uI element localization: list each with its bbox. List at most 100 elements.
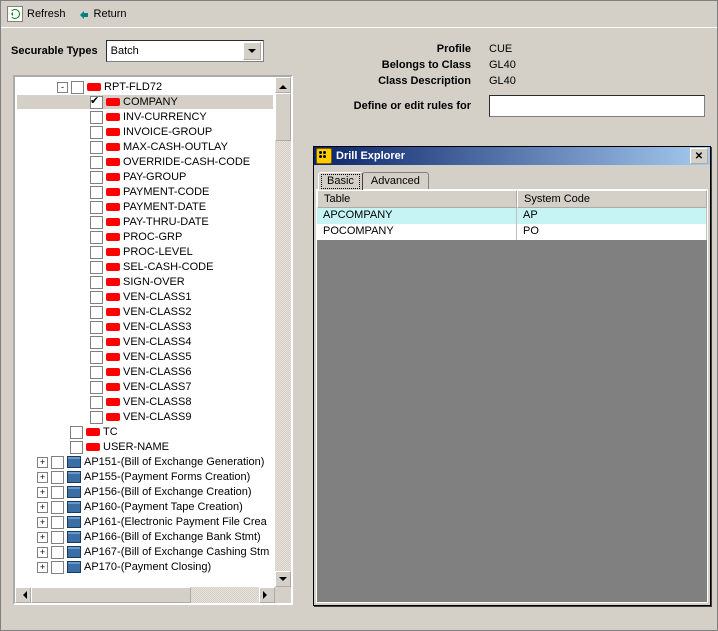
tree-node[interactable]: +AP151-(Bill of Exchange Generation) bbox=[17, 455, 273, 469]
drill-titlebar[interactable]: Drill Explorer ✕ bbox=[314, 147, 710, 165]
tree-checkbox[interactable] bbox=[90, 276, 103, 289]
tree-node[interactable]: COMPANY bbox=[17, 95, 273, 109]
tree-node[interactable]: USER-NAME bbox=[17, 440, 273, 454]
tree-node[interactable]: VEN-CLASS5 bbox=[17, 350, 273, 364]
combo-arrow-button[interactable] bbox=[243, 42, 261, 60]
tree-node[interactable]: INVOICE-GROUP bbox=[17, 125, 273, 139]
tree-checkbox[interactable] bbox=[51, 516, 64, 529]
tree-node[interactable]: VEN-CLASS6 bbox=[17, 365, 273, 379]
tree-node[interactable]: INV-CURRENCY bbox=[17, 110, 273, 124]
scroll-down-button[interactable] bbox=[275, 571, 291, 587]
expand-toggle[interactable]: + bbox=[37, 517, 48, 528]
tree-checkbox[interactable] bbox=[70, 441, 83, 454]
tree-node[interactable]: PAY-THRU-DATE bbox=[17, 215, 273, 229]
tree-node[interactable]: PROC-GRP bbox=[17, 230, 273, 244]
tree-checkbox[interactable] bbox=[51, 501, 64, 514]
tree-node[interactable]: PROC-LEVEL bbox=[17, 245, 273, 259]
tree-node[interactable]: +AP166-(Bill of Exchange Bank Stmt) bbox=[17, 530, 273, 544]
tree-node[interactable]: +AP155-(Payment Forms Creation) bbox=[17, 470, 273, 484]
tree-checkbox[interactable] bbox=[90, 366, 103, 379]
tree-checkbox[interactable] bbox=[90, 126, 103, 139]
expand-toggle[interactable]: + bbox=[37, 547, 48, 558]
tree-scroll-viewport[interactable]: -RPT-FLD72COMPANYINV-CURRENCYINVOICE-GRO… bbox=[15, 77, 275, 587]
tree-node[interactable]: PAYMENT-DATE bbox=[17, 200, 273, 214]
tree-node[interactable]: VEN-CLASS8 bbox=[17, 395, 273, 409]
tree-vertical-scrollbar[interactable] bbox=[274, 77, 291, 587]
tree-checkbox[interactable] bbox=[70, 426, 83, 439]
scroll-track-vertical[interactable] bbox=[275, 93, 291, 571]
return-button[interactable]: Return bbox=[76, 7, 127, 21]
tree-checkbox[interactable] bbox=[90, 156, 103, 169]
tree-checkbox[interactable] bbox=[51, 471, 64, 484]
close-button[interactable]: ✕ bbox=[690, 148, 708, 164]
tree-node[interactable]: +AP170-(Payment Closing) bbox=[17, 560, 273, 574]
tree-checkbox[interactable] bbox=[90, 411, 103, 424]
tree-node[interactable]: VEN-CLASS9 bbox=[17, 410, 273, 424]
scroll-thumb-horizontal[interactable] bbox=[31, 587, 191, 603]
tree-checkbox[interactable] bbox=[90, 111, 103, 124]
tree-checkbox[interactable] bbox=[90, 186, 103, 199]
tree-checkbox[interactable] bbox=[51, 561, 64, 574]
tree-checkbox[interactable] bbox=[90, 261, 103, 274]
tree-checkbox[interactable] bbox=[90, 306, 103, 319]
scroll-track-horizontal[interactable] bbox=[31, 587, 259, 603]
tree-checkbox[interactable] bbox=[90, 141, 103, 154]
tree-checkbox[interactable] bbox=[90, 291, 103, 304]
tree-node[interactable]: MAX-CASH-OUTLAY bbox=[17, 140, 273, 154]
expand-toggle[interactable]: + bbox=[37, 487, 48, 498]
scroll-up-button[interactable] bbox=[275, 77, 291, 93]
tree-node[interactable]: PAYMENT-CODE bbox=[17, 185, 273, 199]
tree-checkbox[interactable] bbox=[90, 171, 103, 184]
tree-node[interactable]: SEL-CASH-CODE bbox=[17, 260, 273, 274]
expand-toggle[interactable]: + bbox=[37, 562, 48, 573]
tree-checkbox[interactable] bbox=[51, 456, 64, 469]
tree-node[interactable]: VEN-CLASS4 bbox=[17, 335, 273, 349]
tree-checkbox[interactable] bbox=[90, 396, 103, 409]
table-row[interactable]: APCOMPANYAP bbox=[317, 208, 707, 224]
tree-checkbox[interactable] bbox=[90, 96, 103, 109]
tree-checkbox[interactable] bbox=[71, 81, 84, 94]
tree-node[interactable]: SIGN-OVER bbox=[17, 275, 273, 289]
tree-checkbox[interactable] bbox=[90, 216, 103, 229]
tab-advanced[interactable]: Advanced bbox=[362, 172, 429, 189]
tree-node[interactable]: VEN-CLASS3 bbox=[17, 320, 273, 334]
tree-node[interactable]: VEN-CLASS2 bbox=[17, 305, 273, 319]
tree-node[interactable]: VEN-CLASS1 bbox=[17, 290, 273, 304]
tree-node[interactable]: OVERRIDE-CASH-CODE bbox=[17, 155, 273, 169]
expand-toggle[interactable]: + bbox=[37, 532, 48, 543]
define-rules-input[interactable] bbox=[489, 95, 705, 117]
tab-basic[interactable]: Basic bbox=[318, 172, 363, 190]
scroll-thumb-vertical[interactable] bbox=[275, 93, 291, 141]
expand-toggle[interactable]: + bbox=[37, 457, 48, 468]
tree-node[interactable]: +AP167-(Bill of Exchange Cashing Stm bbox=[17, 545, 273, 559]
expand-toggle[interactable]: + bbox=[37, 472, 48, 483]
scroll-right-button[interactable] bbox=[259, 587, 275, 603]
tree-node[interactable]: VEN-CLASS7 bbox=[17, 380, 273, 394]
tree-checkbox[interactable] bbox=[51, 531, 64, 544]
tree-node[interactable]: TC bbox=[17, 425, 273, 439]
table-row[interactable]: POCOMPANYPO bbox=[317, 224, 707, 240]
expand-toggle[interactable]: - bbox=[57, 82, 68, 93]
tree-checkbox[interactable] bbox=[90, 351, 103, 364]
col-system-code-header[interactable]: System Code bbox=[517, 190, 707, 208]
tree-node[interactable]: PAY-GROUP bbox=[17, 170, 273, 184]
tree-checkbox[interactable] bbox=[90, 321, 103, 334]
col-table-header[interactable]: Table bbox=[317, 190, 517, 208]
tree-checkbox[interactable] bbox=[90, 246, 103, 259]
tree-checkbox[interactable] bbox=[90, 381, 103, 394]
expand-toggle[interactable]: + bbox=[37, 502, 48, 513]
class-description-value: GL40 bbox=[489, 75, 516, 87]
tree-node[interactable]: +AP156-(Bill of Exchange Creation) bbox=[17, 485, 273, 499]
refresh-button[interactable]: Refresh bbox=[7, 6, 66, 22]
tree-node[interactable]: +AP161-(Electronic Payment File Crea bbox=[17, 515, 273, 529]
securable-types-combo[interactable]: Batch bbox=[106, 40, 264, 62]
scroll-left-button[interactable] bbox=[15, 587, 31, 603]
tree-checkbox[interactable] bbox=[90, 201, 103, 214]
tree-horizontal-scrollbar[interactable] bbox=[15, 586, 275, 603]
tree-node[interactable]: -RPT-FLD72 bbox=[17, 80, 273, 94]
tree-checkbox[interactable] bbox=[51, 486, 64, 499]
tree-checkbox[interactable] bbox=[90, 231, 103, 244]
tree-checkbox[interactable] bbox=[90, 336, 103, 349]
tree-node[interactable]: +AP160-(Payment Tape Creation) bbox=[17, 500, 273, 514]
tree-checkbox[interactable] bbox=[51, 546, 64, 559]
